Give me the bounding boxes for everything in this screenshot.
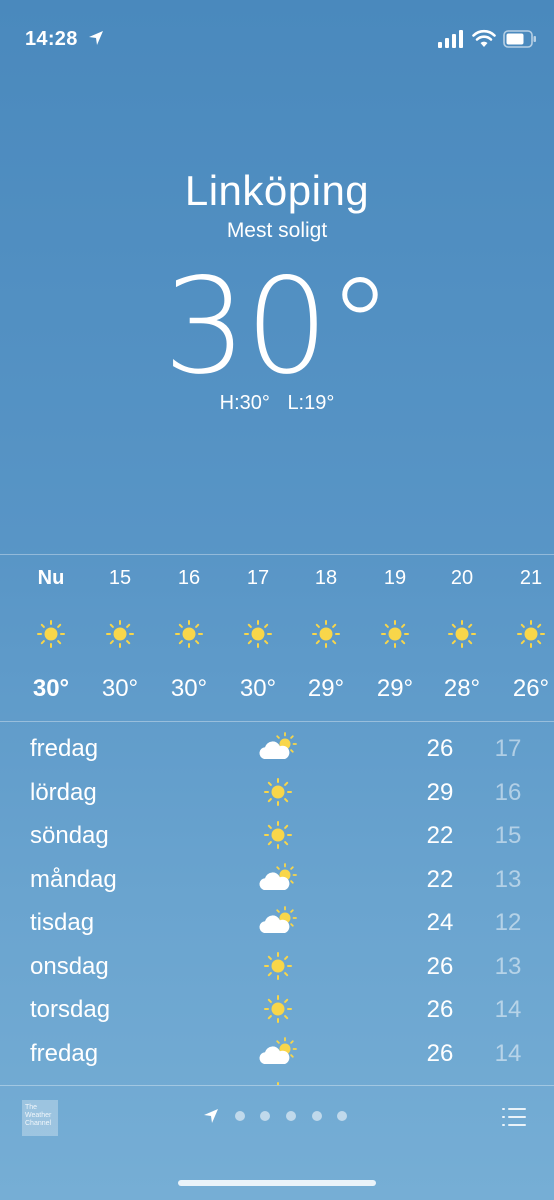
battery-icon	[503, 30, 536, 48]
sun-icon	[105, 619, 135, 649]
sun-icon	[380, 619, 410, 649]
day-name: fredag	[30, 735, 99, 762]
day-high: 22	[426, 866, 454, 893]
day-low: 16	[494, 779, 522, 806]
daily-forecast[interactable]: fredag 26 17 lördag 29 16 söndag 22 15 m…	[0, 725, 554, 1085]
hour-label: 19	[383, 567, 407, 589]
day-high: 26	[426, 735, 454, 762]
page-dot[interactable]	[235, 1111, 245, 1121]
hour-label: 18	[314, 567, 338, 589]
hour-temp: 30°	[170, 675, 208, 702]
hour-label: 16	[177, 567, 201, 589]
hourly-forecast[interactable]: Nu 30° 15 30° 16 30° 17 30° 18 29° 19 29…	[0, 555, 554, 721]
hour-label: 17	[246, 567, 270, 589]
partly-cloudy-icon	[256, 731, 300, 765]
day-high: 22	[426, 822, 454, 849]
partly-cloudy-icon	[256, 905, 300, 939]
daily-row	[0, 1075, 554, 1085]
sun-icon	[174, 619, 204, 649]
daily-row: onsdag 26 13	[0, 945, 554, 989]
hour-temp: 29°	[307, 675, 345, 702]
partly-cloudy-icon	[256, 1036, 300, 1070]
daily-row: torsdag 26 14	[0, 988, 554, 1032]
page-dot[interactable]	[337, 1111, 347, 1121]
hour-temp: 26°	[512, 675, 550, 702]
current-temperature: 30°	[163, 250, 393, 404]
day-name: söndag	[30, 822, 109, 849]
sun-icon	[311, 619, 341, 649]
home-indicator[interactable]	[178, 1180, 376, 1186]
hour-temp: 30°	[32, 675, 70, 702]
day-high: 24	[426, 909, 454, 936]
sun-icon	[447, 619, 477, 649]
list-icon[interactable]	[500, 1106, 528, 1128]
status-bar: 14:28	[0, 0, 554, 80]
page-dot[interactable]	[286, 1111, 296, 1121]
bottom-bar: The Weather Channel	[0, 1086, 554, 1200]
daily-row: söndag 22 15	[0, 814, 554, 858]
low-temp: L:19°	[287, 392, 335, 414]
high-low: H:30° L:19°	[0, 392, 554, 415]
day-low: 17	[494, 735, 522, 762]
day-high: 26	[426, 953, 454, 980]
daily-row: fredag 26 14	[0, 1032, 554, 1076]
sun-icon	[516, 619, 546, 649]
page-dot[interactable]	[312, 1111, 322, 1121]
location-header: Linköping Mest soligt	[0, 165, 554, 243]
high-temp: H:30°	[219, 392, 270, 414]
day-low: 14	[494, 996, 522, 1023]
daily-row: tisdag 24 12	[0, 901, 554, 945]
day-high: 29	[426, 779, 454, 806]
city-name: Linköping	[184, 167, 370, 214]
hour-temp: 28°	[443, 675, 481, 702]
day-name: måndag	[30, 866, 117, 893]
hour-temp: 30°	[239, 675, 277, 702]
status-time: 14:28	[25, 28, 78, 50]
hour-label: 15	[108, 567, 132, 589]
hour-label: 20	[450, 567, 474, 589]
hour-label: Nu	[37, 567, 65, 589]
location-arrow-icon	[89, 31, 103, 45]
condition-text: Mest soligt	[226, 219, 328, 242]
divider	[0, 721, 554, 722]
day-high: 26	[426, 1040, 454, 1067]
hour-temp: 29°	[376, 675, 414, 702]
cellular-signal-icon	[438, 30, 463, 48]
day-low: 13	[494, 866, 522, 893]
the-weather-channel-logo[interactable]: The Weather Channel	[22, 1100, 58, 1136]
day-name: tisdag	[30, 909, 95, 936]
daily-row: fredag 26 17	[0, 727, 554, 771]
day-name: lördag	[30, 779, 97, 806]
sun-icon	[256, 992, 300, 1026]
partly-cloudy-icon	[256, 862, 300, 896]
daily-row: måndag 22 13	[0, 858, 554, 902]
daily-row: lördag 29 16	[0, 771, 554, 815]
day-high: 26	[426, 996, 454, 1023]
sun-icon	[256, 818, 300, 852]
hour-label: 21	[519, 567, 543, 589]
sun-icon	[256, 775, 300, 809]
wifi-icon	[472, 29, 496, 47]
hour-temp: 30°	[101, 675, 139, 702]
day-low: 13	[494, 953, 522, 980]
day-name: fredag	[30, 1040, 99, 1067]
location-arrow-icon	[204, 1109, 218, 1123]
sun-icon	[256, 949, 300, 983]
day-low: 15	[494, 822, 522, 849]
sun-icon	[243, 619, 273, 649]
day-name: onsdag	[30, 953, 109, 980]
day-low: 14	[494, 1040, 522, 1067]
day-low: 12	[494, 909, 522, 936]
sun-icon	[36, 619, 66, 649]
page-dot[interactable]	[260, 1111, 270, 1121]
day-name: torsdag	[30, 996, 111, 1023]
